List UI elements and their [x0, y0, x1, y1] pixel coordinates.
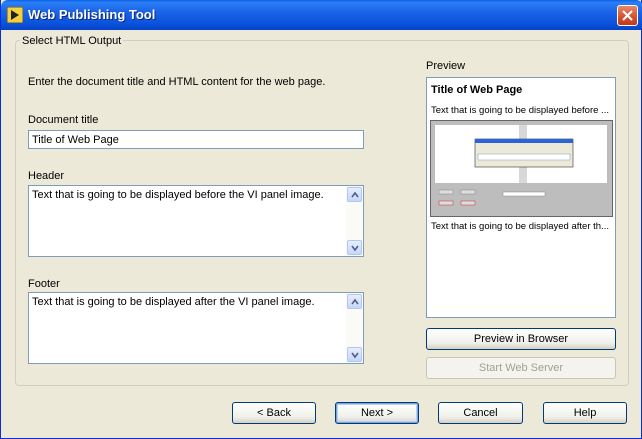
preview-panel: Title of Web Page Text that is going to …	[426, 77, 616, 318]
preview-label: Preview	[426, 60, 466, 72]
help-button[interactable]: Help	[543, 402, 627, 424]
next-button[interactable]: Next >	[335, 402, 419, 424]
window-title: Web Publishing Tool	[28, 7, 156, 22]
close-button[interactable]	[617, 5, 638, 26]
labview-app-icon	[6, 6, 24, 24]
start-web-server-button[interactable]: Start Web Server	[426, 357, 616, 379]
footer-scrollbar[interactable]	[346, 293, 363, 363]
document-title-label: Document title	[28, 114, 99, 126]
scroll-down-button[interactable]	[347, 240, 362, 255]
title-bar[interactable]: Web Publishing Tool	[1, 0, 642, 30]
group-label: Select HTML Output	[20, 35, 124, 47]
dialog-window: Web Publishing Tool Select HTML Output E…	[0, 0, 642, 439]
footer-label: Footer	[28, 278, 60, 290]
header-text: Text that is going to be displayed befor…	[32, 189, 324, 201]
scroll-down-button[interactable]	[347, 347, 362, 362]
document-title-input[interactable]: Title of Web Page	[28, 130, 364, 149]
header-scrollbar[interactable]	[346, 186, 363, 256]
preview-footer-text: Text that is going to be displayed after…	[431, 221, 609, 232]
preview-header-text: Text that is going to be displayed befor…	[431, 105, 609, 116]
header-label: Header	[28, 170, 65, 182]
footer-textarea[interactable]: Text that is going to be displayed after…	[28, 292, 364, 364]
footer-text: Text that is going to be displayed after…	[32, 296, 315, 308]
close-icon	[622, 10, 633, 21]
chevron-up-icon	[351, 298, 359, 305]
vi-panel-thumbnail	[430, 120, 613, 217]
preview-title: Title of Web Page	[431, 84, 523, 96]
scroll-up-button[interactable]	[347, 294, 362, 309]
header-textarea[interactable]: Text that is going to be displayed befor…	[28, 185, 364, 257]
scroll-up-button[interactable]	[347, 187, 362, 202]
chevron-down-icon	[351, 245, 359, 252]
cancel-button[interactable]: Cancel	[438, 402, 523, 424]
chevron-up-icon	[351, 191, 359, 198]
instructions-text: Enter the document title and HTML conten…	[28, 76, 326, 88]
chevron-down-icon	[351, 352, 359, 359]
back-button[interactable]: < Back	[232, 402, 316, 424]
preview-in-browser-button[interactable]: Preview in Browser	[426, 328, 616, 350]
